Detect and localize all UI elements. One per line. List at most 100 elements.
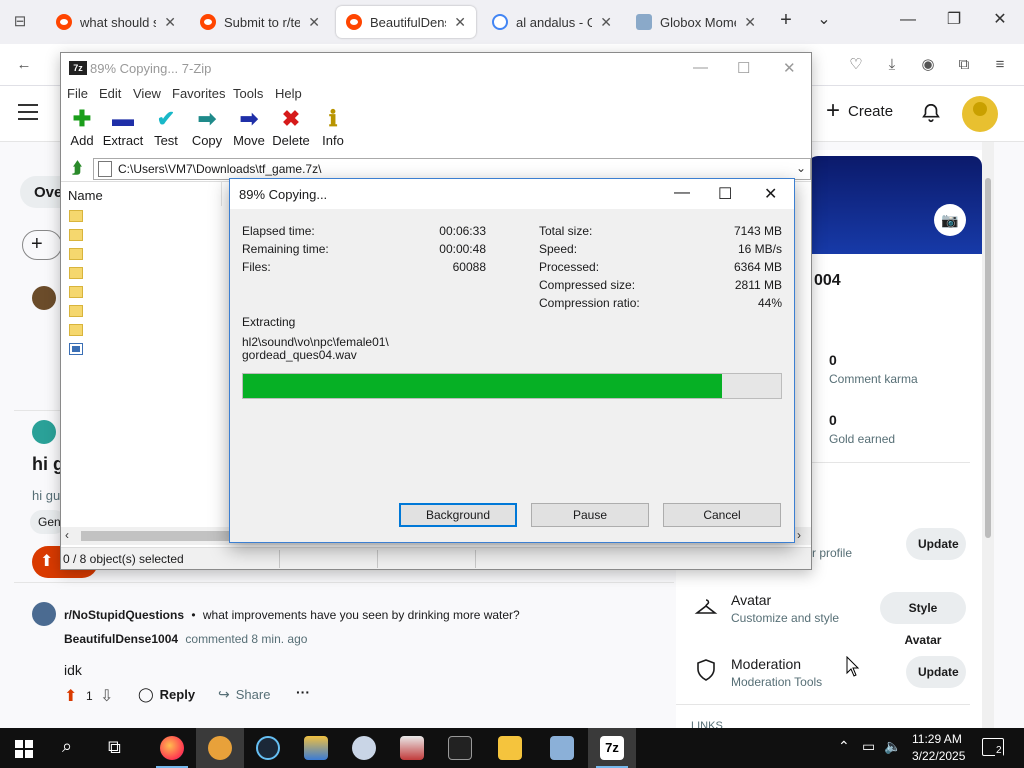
menu-icon[interactable]: ≡ bbox=[990, 55, 1010, 75]
menu-help[interactable]: Help bbox=[275, 86, 302, 101]
maximize-icon[interactable]: ☐ bbox=[718, 184, 732, 204]
pocket-icon[interactable]: ♡ bbox=[846, 55, 866, 75]
folder-icon[interactable] bbox=[69, 229, 83, 241]
menu-edit[interactable]: Edit bbox=[99, 86, 121, 101]
sandbox-taskbar-button[interactable] bbox=[388, 728, 436, 768]
reply-button[interactable]: ◯ Reply bbox=[138, 686, 195, 703]
close-tab-icon[interactable]: ✕ bbox=[600, 14, 612, 31]
scrollbar-thumb[interactable] bbox=[81, 531, 231, 541]
hamburger-menu-icon[interactable] bbox=[18, 104, 38, 120]
browser-tab[interactable]: what should some ✕ bbox=[46, 6, 186, 38]
close-tab-icon[interactable]: ✕ bbox=[744, 14, 756, 31]
scroll-right-icon[interactable]: › bbox=[797, 528, 801, 542]
folder-icon[interactable] bbox=[69, 267, 83, 279]
search-icon[interactable]: ⌕ bbox=[62, 736, 72, 757]
back-icon[interactable]: ← bbox=[14, 55, 34, 75]
firefox-taskbar-button[interactable] bbox=[148, 728, 196, 768]
remaining-time-value: 00:00:48 bbox=[439, 242, 486, 256]
task-view-icon[interactable]: ⧉ bbox=[108, 737, 121, 758]
close-icon[interactable]: ✕ bbox=[764, 184, 777, 204]
create-button[interactable]: + Create bbox=[826, 99, 893, 123]
update-profile-button[interactable]: Update bbox=[906, 528, 966, 560]
post-title-link[interactable]: what improvements have you seen by drink… bbox=[203, 608, 520, 622]
7zip-taskbar-button[interactable]: 7z bbox=[588, 728, 636, 768]
file-icon[interactable] bbox=[69, 343, 83, 355]
close-tab-icon[interactable]: ✕ bbox=[164, 14, 176, 31]
camera-icon[interactable]: 📷 bbox=[934, 204, 966, 236]
delete-button[interactable]: ✖ Delete bbox=[270, 105, 312, 153]
pause-button[interactable]: Pause bbox=[531, 503, 649, 527]
share-button[interactable]: ↪ Share bbox=[218, 686, 270, 703]
windows-start-icon[interactable] bbox=[15, 740, 33, 758]
test-button[interactable]: ✔ Test bbox=[145, 105, 187, 153]
browser-tab[interactable]: Submit to r/techs ✕ bbox=[190, 6, 330, 38]
menu-file[interactable]: File bbox=[67, 86, 88, 101]
user-avatar[interactable] bbox=[962, 96, 998, 132]
add-button[interactable]: ✚ Add bbox=[61, 105, 103, 153]
cancel-button[interactable]: Cancel bbox=[663, 503, 781, 527]
create-post-button[interactable]: + bbox=[22, 230, 62, 260]
flair-tag-label: Gen bbox=[38, 515, 61, 529]
scrollbar-thumb[interactable] bbox=[985, 178, 991, 538]
chevron-up-icon[interactable]: ⌃ bbox=[838, 738, 850, 755]
steam-taskbar-button[interactable] bbox=[244, 728, 292, 768]
clock-time[interactable]: 11:29 AM bbox=[912, 732, 962, 746]
browser-tab-active[interactable]: BeautifulDense1 ✕ bbox=[336, 6, 476, 38]
more-options-icon[interactable]: ··· bbox=[296, 684, 310, 700]
menu-view[interactable]: View bbox=[133, 86, 161, 101]
folder-icon[interactable] bbox=[69, 286, 83, 298]
style-avatar-button[interactable]: Style Avatar bbox=[880, 592, 966, 647]
folder-icon[interactable] bbox=[69, 324, 83, 336]
minimize-icon[interactable]: — bbox=[674, 184, 690, 202]
column-header-name[interactable]: Name bbox=[68, 188, 103, 203]
folder-icon[interactable] bbox=[69, 305, 83, 317]
maximize-icon[interactable]: ☐ bbox=[737, 59, 750, 77]
page-scrollbar[interactable] bbox=[982, 142, 994, 728]
extensions-icon[interactable]: ⧉ bbox=[954, 55, 974, 75]
paint-taskbar-button[interactable] bbox=[340, 728, 388, 768]
minimize-icon[interactable]: — bbox=[693, 59, 708, 76]
new-tab-button[interactable]: + bbox=[776, 10, 796, 30]
download-icon[interactable]: ⤓ bbox=[882, 55, 902, 75]
network-icon[interactable]: ▭ bbox=[862, 738, 875, 755]
runner-app-taskbar-button[interactable] bbox=[196, 728, 244, 768]
update-moderation-button[interactable]: Update bbox=[906, 656, 966, 688]
terminal-taskbar-button[interactable] bbox=[436, 728, 484, 768]
downvote-icon[interactable]: ⇩ bbox=[100, 686, 113, 706]
up-folder-icon[interactable]: ⮭ bbox=[67, 159, 87, 179]
media-taskbar-button[interactable] bbox=[538, 728, 586, 768]
menu-tools[interactable]: Tools bbox=[233, 86, 263, 101]
background-button[interactable]: Background bbox=[399, 503, 517, 527]
bell-icon[interactable] bbox=[920, 102, 942, 124]
account-icon[interactable]: ◉ bbox=[918, 55, 938, 75]
clock-date[interactable]: 3/22/2025 bbox=[912, 749, 965, 763]
close-tab-icon[interactable]: ✕ bbox=[454, 14, 466, 31]
subreddit-link[interactable]: r/NoStupidQuestions bbox=[64, 608, 184, 622]
file-explorer-taskbar-button[interactable] bbox=[486, 728, 534, 768]
close-icon[interactable]: ✕ bbox=[783, 59, 796, 77]
menu-favorites[interactable]: Favorites bbox=[172, 86, 225, 101]
scroll-left-icon[interactable]: ‹ bbox=[65, 528, 69, 542]
comment-author[interactable]: BeautifulDense1004 bbox=[64, 632, 178, 646]
copy-button[interactable]: ➡ Copy bbox=[186, 105, 228, 153]
close-tab-icon[interactable]: ✕ bbox=[308, 14, 320, 31]
extract-button[interactable]: ▬ Extract bbox=[102, 105, 144, 153]
notification-center-icon[interactable]: 2 bbox=[982, 738, 1004, 756]
folder-icon[interactable] bbox=[69, 210, 83, 222]
chevron-down-icon[interactable]: ⌄ bbox=[796, 161, 806, 175]
comment-karma-label: Comment karma bbox=[829, 372, 918, 386]
info-button[interactable]: ℹ Info bbox=[312, 105, 354, 153]
maximize-icon[interactable]: ❐ bbox=[944, 10, 964, 30]
app-taskbar-button[interactable] bbox=[292, 728, 340, 768]
close-icon[interactable]: ✕ bbox=[990, 10, 1010, 30]
browser-tab[interactable]: al andalus - Goo ✕ bbox=[482, 6, 622, 38]
tab-overview-icon[interactable]: ⊟ bbox=[10, 12, 30, 32]
move-button[interactable]: ➡ Move bbox=[228, 105, 270, 153]
tab-list-button[interactable]: ⌄ bbox=[814, 10, 834, 30]
minimize-icon[interactable]: — bbox=[898, 10, 918, 30]
address-input[interactable]: C:\Users\VM7\Downloads\tf_game.7z\ ⌄ bbox=[93, 158, 811, 180]
volume-icon[interactable]: 🔈 bbox=[884, 738, 901, 755]
folder-icon[interactable] bbox=[69, 248, 83, 260]
upvote-icon[interactable]: ⬆ bbox=[64, 686, 77, 706]
browser-tab[interactable]: Globox Moment ✕ bbox=[626, 6, 766, 38]
